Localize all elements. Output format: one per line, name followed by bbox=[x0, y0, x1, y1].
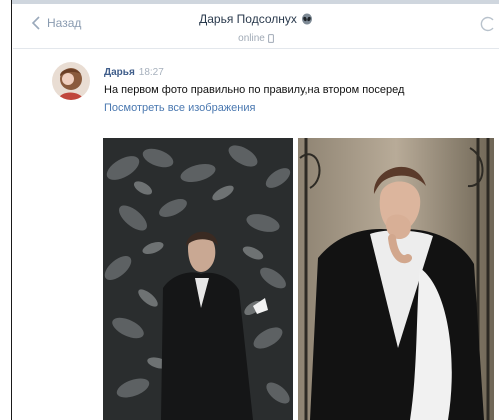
contact-name-text: Дарья Подсолнух bbox=[199, 12, 297, 26]
photo-image-1 bbox=[103, 138, 293, 420]
avatar[interactable] bbox=[52, 62, 90, 100]
message-text: На первом фото правильно по правилу,на в… bbox=[104, 84, 405, 96]
left-frame-border bbox=[0, 0, 12, 420]
author-name[interactable]: Дарья bbox=[104, 67, 135, 78]
attached-photo-2[interactable] bbox=[298, 138, 494, 420]
header-title-block: Дарья Подсолнух online bbox=[13, 10, 499, 46]
message-time: 18:27 bbox=[138, 67, 164, 78]
mobile-phone-icon bbox=[267, 34, 274, 43]
view-all-images-link[interactable]: Посмотреть все изображения bbox=[104, 102, 255, 114]
chat-header: Назад Дарья Подсолнух online bbox=[13, 4, 499, 49]
message-meta: Дарья 18:27 bbox=[104, 67, 164, 78]
online-status: online bbox=[238, 33, 274, 44]
alien-emoji-icon bbox=[301, 13, 312, 25]
photo-image-2 bbox=[298, 138, 494, 420]
attached-photo-1[interactable] bbox=[103, 138, 293, 420]
partial-circle-icon[interactable] bbox=[479, 16, 495, 32]
avatar-image bbox=[52, 62, 90, 100]
online-status-text: online bbox=[238, 33, 265, 44]
contact-name[interactable]: Дарья Подсолнух bbox=[199, 12, 313, 26]
